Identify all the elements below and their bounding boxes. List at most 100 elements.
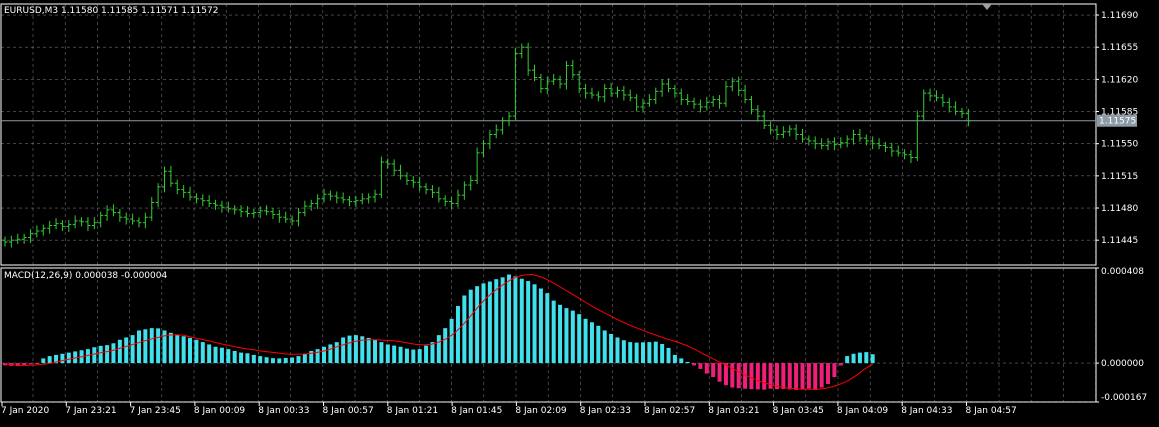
price-bar xyxy=(455,189,461,208)
time-axis-label: 8 Jan 02:57 xyxy=(644,406,695,416)
price-bar xyxy=(953,101,959,116)
macd-histogram-bar xyxy=(838,363,843,366)
price-bar xyxy=(149,196,155,221)
price-bar xyxy=(506,111,512,127)
price-bar xyxy=(902,149,908,160)
price-bar xyxy=(595,91,601,102)
macd-histogram-bar xyxy=(704,363,709,374)
macd-histogram-bar xyxy=(577,314,582,364)
macd-histogram-bar xyxy=(436,335,441,364)
price-bar xyxy=(627,89,633,102)
price-bar xyxy=(347,196,353,207)
macd-histogram-bar xyxy=(334,342,339,364)
time-axis-label: 7 Jan 2020 xyxy=(1,406,49,416)
price-bar xyxy=(28,229,34,243)
macd-histogram-bar xyxy=(245,353,250,364)
price-bar xyxy=(927,88,933,102)
macd-histogram-bar xyxy=(117,339,122,364)
macd-histogram-bar xyxy=(462,295,467,364)
price-axis-label: 1.11690 xyxy=(1101,11,1138,21)
price-bar xyxy=(659,79,665,97)
price-bar xyxy=(391,159,397,176)
price-bar xyxy=(493,124,499,139)
price-bar xyxy=(219,200,225,213)
macd-histogram-bar xyxy=(398,346,403,364)
price-bar xyxy=(130,213,136,225)
chart-shift-marker[interactable] xyxy=(982,4,992,10)
price-bar xyxy=(844,135,850,148)
price-bar xyxy=(308,199,314,211)
price-bar xyxy=(315,194,321,209)
macd-histogram-bar xyxy=(239,352,244,364)
chart-canvas[interactable]: 1.116901.116551.116201.115851.115501.115… xyxy=(0,0,1159,423)
macd-histogram-bar xyxy=(124,337,129,364)
price-axis-label: 1.11480 xyxy=(1101,204,1138,214)
price-bar xyxy=(15,233,21,244)
price-bar xyxy=(959,107,965,118)
price-bar xyxy=(889,142,895,157)
price-bar xyxy=(91,217,97,230)
price-bar xyxy=(755,105,761,122)
main-pane[interactable] xyxy=(0,3,1097,266)
price-bar xyxy=(768,121,774,135)
macd-histogram-bar xyxy=(136,330,141,364)
price-bar xyxy=(442,195,448,207)
macd-histogram-bar xyxy=(864,352,869,364)
price-bar xyxy=(398,164,404,180)
price-bar xyxy=(557,75,563,89)
macd-histogram-bar xyxy=(47,356,52,364)
time-axis-label: 8 Jan 02:09 xyxy=(515,406,567,416)
price-bar xyxy=(895,145,901,157)
macd-histogram-bar xyxy=(660,343,665,364)
macd-histogram-bar xyxy=(679,358,684,364)
macd-histogram-bar xyxy=(609,333,614,364)
price-bar xyxy=(327,190,333,201)
macd-histogram-bar xyxy=(819,363,824,388)
macd-histogram-bar xyxy=(800,363,805,390)
price-bar xyxy=(621,85,627,101)
price-bar xyxy=(672,84,678,98)
price-bar xyxy=(793,124,799,141)
time-axis-label: 8 Jan 03:21 xyxy=(708,406,759,416)
macd-histogram-bar xyxy=(149,328,154,364)
macd-histogram-bar xyxy=(290,357,295,364)
time-axis-label: 8 Jan 03:45 xyxy=(773,406,824,416)
price-bar xyxy=(98,211,104,228)
time-axis-label: 7 Jan 23:45 xyxy=(130,406,181,416)
price-bar xyxy=(551,73,557,85)
macd-histogram-bar xyxy=(787,363,792,390)
price-bar xyxy=(825,138,831,151)
price-bar xyxy=(742,84,748,104)
macd-histogram-bar xyxy=(296,356,301,364)
macd-histogram-bar xyxy=(794,363,799,390)
macd-histogram-bar xyxy=(647,342,652,364)
price-bar xyxy=(800,128,805,143)
macd-histogram-bar xyxy=(857,352,862,364)
price-bar xyxy=(882,141,888,152)
price-bar xyxy=(40,224,46,236)
chart-window[interactable]: 1.11690 1.11655 1.11620 1.11585 1.11550 1.115… xyxy=(0,0,1159,423)
macd-histogram-bar xyxy=(175,335,180,364)
price-bar xyxy=(812,136,818,150)
macd-histogram-bar xyxy=(60,353,65,364)
macd-histogram-bar xyxy=(417,349,422,364)
macd-histogram-bar xyxy=(685,361,690,364)
macd-histogram-bar xyxy=(385,344,390,364)
macd-histogram-bar xyxy=(736,363,741,389)
macd-axis-label: 0.000000 xyxy=(1101,359,1144,369)
macd-histogram-bar xyxy=(98,345,103,364)
macd-histogram-bar xyxy=(870,354,875,364)
macd-histogram-bar xyxy=(832,363,837,378)
macd-histogram-bar xyxy=(602,330,607,364)
macd-histogram-bar xyxy=(322,346,326,364)
macd-histogram-bar xyxy=(404,348,409,364)
price-bar xyxy=(79,217,85,227)
price-bar xyxy=(162,166,167,193)
price-bar xyxy=(59,219,65,231)
price-bar xyxy=(965,108,971,127)
price-bar xyxy=(200,194,206,207)
price-bar xyxy=(270,208,276,220)
macd-histogram-bar xyxy=(392,345,397,364)
macd-histogram-bar xyxy=(270,358,275,364)
macd-histogram-bar xyxy=(424,345,429,364)
